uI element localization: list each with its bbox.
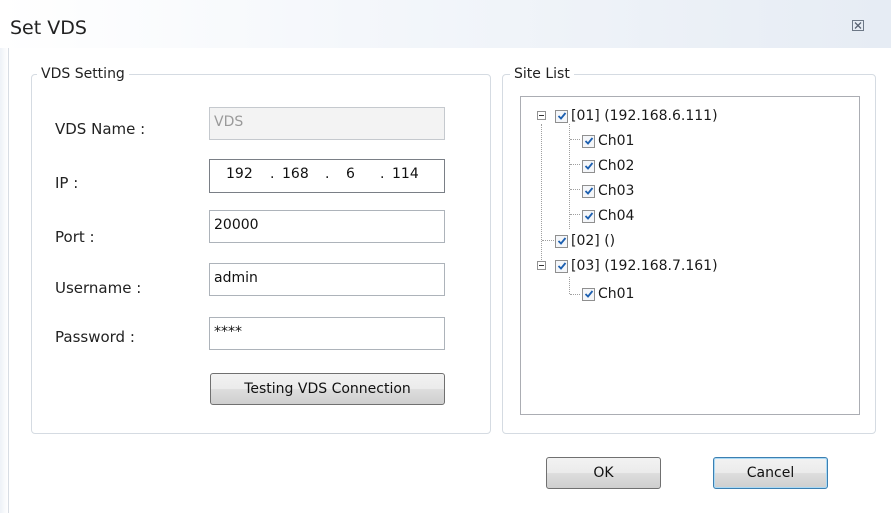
tree-node-label: Ch02 (598, 158, 635, 174)
site-tree[interactable]: [01] (192.168.6.111) Ch01 Ch02 Ch03 Ch04 (520, 96, 860, 415)
checkbox[interactable] (582, 209, 595, 223)
vds-setting-caption: VDS Setting (37, 66, 129, 82)
tree-node-channel[interactable]: Ch01 (582, 283, 634, 305)
checkmark-icon (557, 237, 566, 245)
tree-node-label: Ch04 (598, 208, 635, 224)
title-bar[interactable]: Set VDS (0, 0, 891, 48)
tree-node-site[interactable]: [03] (192.168.7.161) (555, 255, 718, 277)
tree-node-label: [01] (192.168.6.111) (571, 108, 718, 124)
tree-node-label: [03] (192.168.7.161) (571, 258, 718, 274)
checkbox[interactable] (555, 109, 568, 123)
tree-node-label: Ch01 (598, 133, 635, 149)
cancel-button[interactable]: Cancel (713, 457, 828, 489)
password-field[interactable]: **** (209, 317, 445, 350)
checkbox[interactable] (555, 259, 568, 273)
ok-button[interactable]: OK (546, 457, 661, 489)
ip-dot: . (325, 166, 330, 182)
tree-node-label: Ch01 (598, 286, 635, 302)
checkmark-icon (584, 187, 593, 195)
port-label: Port : (55, 228, 95, 246)
ip-address-field[interactable]: 192 . 168 . 6 . 114 (209, 159, 445, 193)
set-vds-dialog: Set VDS VDS Setting VDS Name : VDS IP : … (0, 0, 891, 513)
checkbox[interactable] (582, 159, 595, 173)
ip-octet-2[interactable]: 168 (282, 166, 309, 182)
minus-icon (539, 115, 544, 116)
checkmark-icon (584, 137, 593, 145)
close-button[interactable] (848, 16, 868, 34)
ip-octet-4[interactable]: 114 (392, 166, 419, 182)
vds-name-label: VDS Name : (55, 120, 146, 138)
username-field[interactable]: admin (209, 263, 445, 296)
site-list-caption: Site List (510, 66, 574, 82)
dialog-client-area: VDS Setting VDS Name : VDS IP : 192 . 16… (9, 48, 891, 513)
tree-node-site[interactable]: [01] (192.168.6.111) (555, 105, 718, 127)
checkbox[interactable] (555, 234, 568, 248)
password-label: Password : (55, 328, 135, 346)
tree-node-site[interactable]: [02] () (555, 230, 615, 252)
tree-node-channel[interactable]: Ch01 (582, 130, 634, 152)
close-icon (852, 19, 864, 31)
tree-node-channel[interactable]: Ch02 (582, 155, 634, 177)
tree-node-label: [02] () (571, 233, 616, 249)
port-field[interactable]: 20000 (209, 210, 445, 243)
collapse-toggle[interactable] (537, 261, 546, 270)
tree-node-channel[interactable]: Ch04 (582, 205, 634, 227)
ip-octet-1[interactable]: 192 (226, 166, 253, 182)
ip-octet-3[interactable]: 6 (346, 166, 355, 182)
checkbox[interactable] (582, 134, 595, 148)
username-label: Username : (55, 279, 142, 297)
checkmark-icon (557, 262, 566, 270)
tree-node-channel[interactable]: Ch03 (582, 180, 634, 202)
checkmark-icon (557, 112, 566, 120)
testing-vds-connection-button[interactable]: Testing VDS Connection (210, 373, 445, 405)
ip-dot: . (380, 166, 385, 182)
tree-node-label: Ch03 (598, 183, 635, 199)
checkbox[interactable] (582, 287, 595, 301)
vds-name-field[interactable]: VDS (209, 107, 445, 140)
checkbox[interactable] (582, 184, 595, 198)
ip-dot: . (270, 166, 275, 182)
window-title: Set VDS (10, 17, 87, 39)
checkmark-icon (584, 162, 593, 170)
window-frame-left (0, 48, 9, 513)
collapse-toggle[interactable] (537, 111, 546, 120)
checkmark-icon (584, 290, 593, 298)
minus-icon (539, 265, 544, 266)
ip-label: IP : (55, 174, 79, 192)
checkmark-icon (584, 212, 593, 220)
